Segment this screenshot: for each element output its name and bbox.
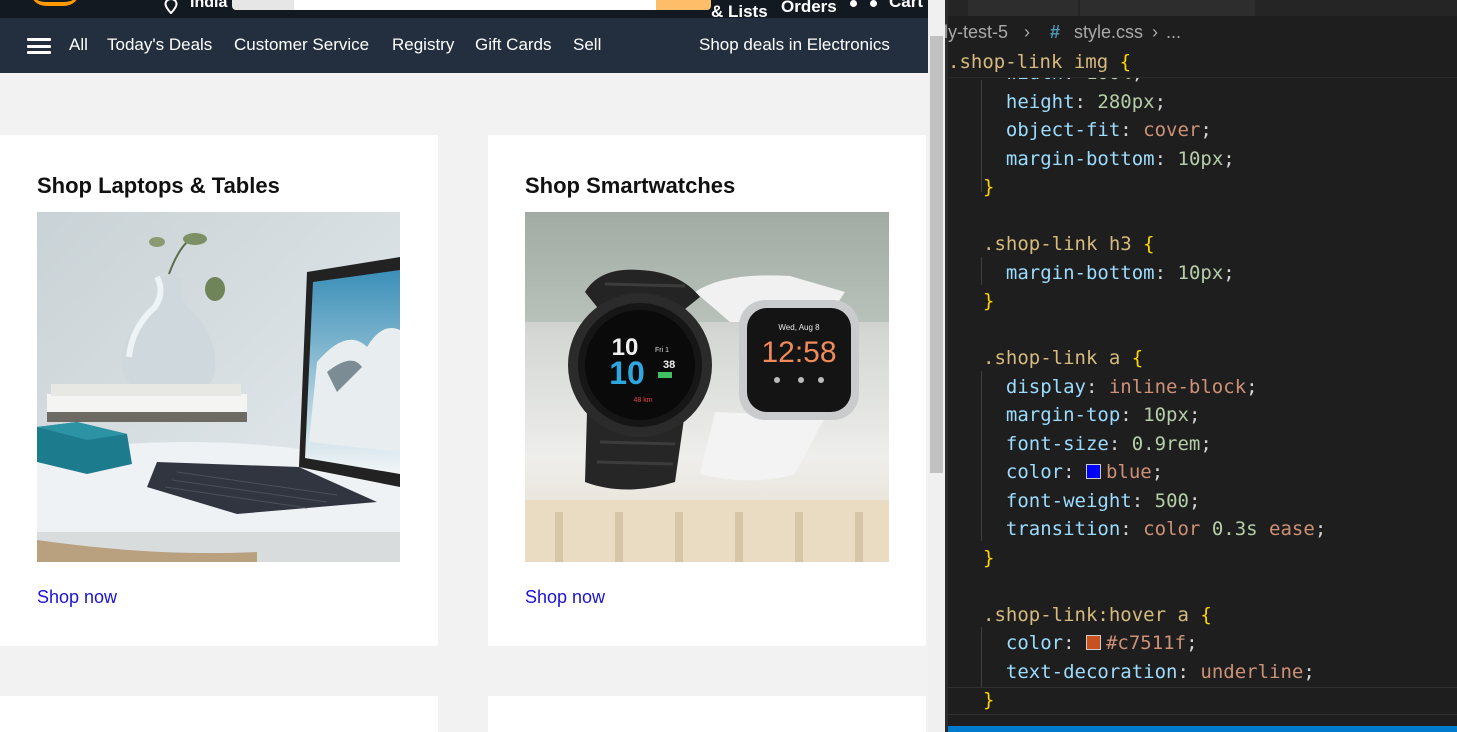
nav-promo[interactable]: Shop deals in Electronics	[699, 35, 890, 55]
cart-dot-icon	[850, 0, 857, 7]
site-header: India & Lists Orders Cart	[0, 0, 928, 18]
nav-all[interactable]: All	[69, 35, 88, 55]
smartwatch-image[interactable]: Wed, Aug 8 12:58 10 Fri 1 10 38 48 km	[525, 212, 889, 562]
code-line[interactable]: text-decoration: underline;	[983, 658, 1315, 686]
cart-link[interactable]: Cart	[889, 0, 923, 12]
nav-gift-cards[interactable]: Gift Cards	[475, 35, 552, 55]
indent-guide	[981, 627, 982, 687]
watch-left-seconds: 38	[663, 359, 675, 371]
code-line[interactable]: font-size: 0.9rem;	[983, 430, 1212, 458]
code-line[interactable]: }	[983, 544, 994, 572]
breadcrumb: ly-test-5 › # style.css › ...	[944, 18, 1457, 46]
indent-guide	[981, 257, 982, 285]
watch-right-date: Wed, Aug 8	[778, 323, 820, 332]
code-line[interactable]: .shop-link a {	[983, 344, 1143, 372]
chevron-right-icon: ›	[1152, 22, 1158, 42]
code-line[interactable]: margin-bottom: 10px;	[983, 259, 1235, 287]
code-line[interactable]: .shop-link h3 {	[983, 230, 1155, 258]
code-line[interactable]: color: blue;	[983, 458, 1163, 486]
code-line[interactable]: font-weight: 500;	[983, 487, 1201, 515]
scrollbar-thumb[interactable]	[930, 36, 943, 473]
shop-now-link[interactable]: Shop now	[525, 587, 605, 608]
current-line-highlight	[948, 687, 1457, 715]
code-editor: ly-test-5 › # style.css › ... width: 100…	[944, 0, 1457, 732]
code-line[interactable]: .shop-link:hover a {	[983, 601, 1212, 629]
editor-tab-bar	[948, 0, 1457, 16]
search-category-select[interactable]	[232, 0, 294, 10]
code-line[interactable]: margin-bottom: 10px;	[983, 145, 1235, 173]
code-line[interactable]: height: 280px;	[983, 88, 1166, 116]
breadcrumb-file[interactable]: style.css	[1074, 22, 1143, 43]
cart-dot-icon	[870, 0, 877, 7]
code-line[interactable]: }	[983, 287, 994, 315]
card-title: Shop Smartwatches	[525, 173, 736, 198]
css-file-icon: #	[1050, 22, 1061, 42]
chevron-right-icon: ›	[1024, 22, 1030, 42]
code-line[interactable]: color: #c7511f;	[983, 629, 1198, 657]
location-pin-icon[interactable]	[164, 0, 182, 15]
browser-scrollbar[interactable]	[928, 0, 945, 732]
account-lists-link[interactable]: & Lists	[711, 2, 768, 18]
hamburger-menu-icon[interactable]	[27, 38, 51, 54]
shop-card-smartwatches: Shop Smartwatches Wed, Aug 8 12:58 10 Fr…	[488, 135, 926, 646]
shop-now-link[interactable]: Shop now	[37, 587, 117, 608]
laptop-image[interactable]	[37, 212, 400, 562]
deliver-location[interactable]: India	[190, 0, 227, 12]
watch-left-distance: 48 km	[633, 397, 652, 404]
nav-sell[interactable]: Sell	[573, 35, 601, 55]
code-line[interactable]: object-fit: cover;	[983, 116, 1212, 144]
nav-bar: All Today's Deals Customer Service Regis…	[0, 18, 928, 73]
color-swatch-icon[interactable]	[1085, 464, 1101, 479]
code-line[interactable]: }	[983, 173, 994, 201]
editor-tab[interactable]	[1080, 0, 1255, 16]
breadcrumb-folder[interactable]: ly-test-5	[944, 22, 1008, 43]
indent-guide	[981, 80, 982, 192]
watch-right-time: 12:58	[761, 336, 836, 369]
sticky-selector: .shop-link img	[948, 51, 1109, 73]
nav-customer-service[interactable]: Customer Service	[234, 35, 369, 55]
shop-card	[0, 696, 438, 732]
search-input[interactable]	[294, 0, 656, 10]
editor-tab[interactable]	[968, 0, 1078, 16]
orders-link[interactable]: Orders	[781, 0, 837, 17]
nav-registry[interactable]: Registry	[392, 35, 454, 55]
card-title: Shop Laptops & Tables	[37, 173, 280, 198]
code-line[interactable]: transition: color 0.3s ease;	[983, 515, 1326, 543]
breadcrumb-symbol[interactable]: ...	[1166, 22, 1181, 43]
watch-left-big: 10	[609, 355, 645, 391]
status-bar	[948, 726, 1457, 732]
site-logo[interactable]	[30, 0, 80, 6]
shop-card	[488, 696, 926, 732]
watch-left-day: Fri 1	[655, 347, 669, 354]
indent-guide	[981, 371, 982, 541]
browser-viewport: India & Lists Orders Cart All Today's De…	[0, 0, 928, 732]
sticky-line: .shop-link img {	[948, 51, 1132, 73]
shop-card-laptops: Shop Laptops & Tables Shop now	[0, 135, 438, 646]
sticky-scroll-header[interactable]: .shop-link img {	[948, 48, 1457, 78]
code-line[interactable]: display: inline-block;	[983, 373, 1258, 401]
nav-todays-deals[interactable]: Today's Deals	[107, 35, 212, 55]
code-line[interactable]: margin-top: 10px;	[983, 401, 1201, 429]
color-swatch-icon[interactable]	[1085, 635, 1101, 650]
search-button[interactable]	[656, 0, 711, 10]
